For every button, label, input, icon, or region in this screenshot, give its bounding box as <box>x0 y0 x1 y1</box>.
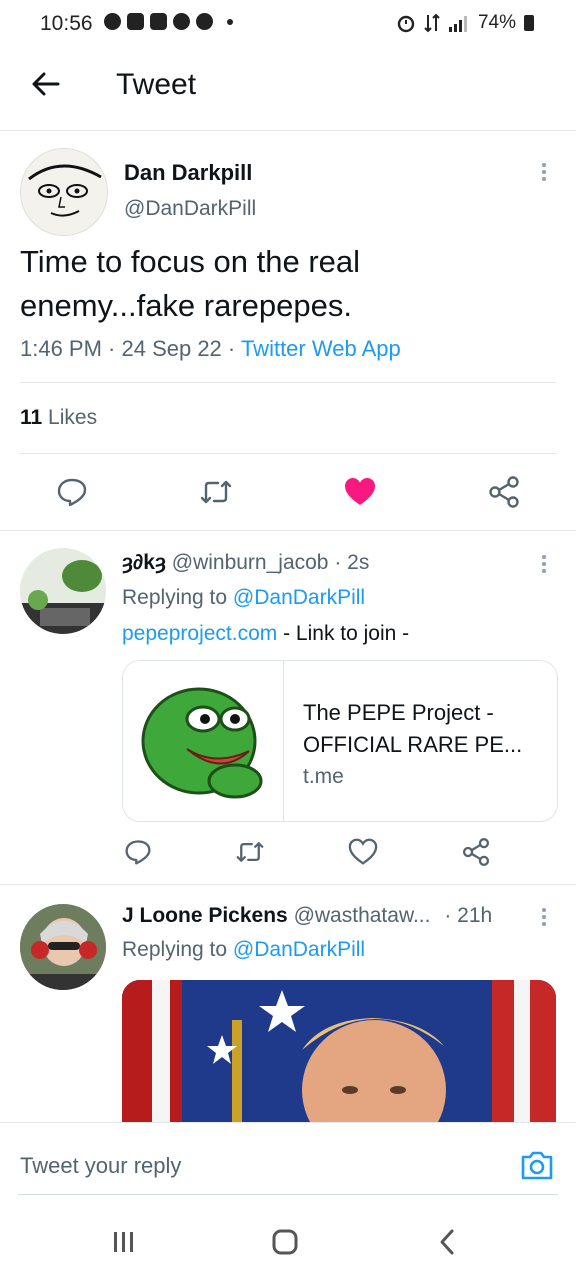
meme-face-avatar <box>21 149 107 235</box>
card-thumbnail <box>123 661 284 821</box>
author-name[interactable]: Dan Darkpill <box>124 160 252 186</box>
back-nav-icon[interactable] <box>436 1227 458 1257</box>
flag-photo <box>122 980 556 1125</box>
header: Tweet <box>0 48 576 131</box>
tweet-meta: 1:46 PM · 24 Sep 22 · Twitter Web App <box>20 336 401 362</box>
app-icon <box>196 13 213 30</box>
reply-header: ȝ∂kȝ @winburn_jacob · 2s <box>122 551 369 575</box>
tweet-text: Time to focus on the real enemy...fake r… <box>20 240 360 328</box>
status-time: 10:56 <box>40 12 93 35</box>
replying-to-label: Replying to <box>122 938 233 961</box>
retweet-icon <box>236 842 264 862</box>
card-domain: t.me <box>303 765 344 788</box>
facebook-icon <box>104 13 121 30</box>
share-button[interactable] <box>458 834 494 870</box>
card-title-line: The PEPE Project - <box>303 700 494 725</box>
notification-icons <box>104 13 233 30</box>
divider <box>0 530 576 531</box>
avatar[interactable] <box>20 548 106 634</box>
divider <box>20 382 556 383</box>
reply-author-handle[interactable]: @wasthataw... <box>294 904 431 927</box>
tweet-text-line: Time to focus on the real <box>20 244 361 279</box>
card-title-line: OFFICIAL RARE PE... <box>303 732 523 757</box>
status-bar: 10:56 74% <box>0 0 576 48</box>
share-icon <box>489 476 519 508</box>
youtube-icon <box>127 13 144 30</box>
more-options-icon[interactable] <box>541 160 547 184</box>
more-options-icon[interactable] <box>541 552 547 576</box>
reply-button[interactable] <box>120 834 156 870</box>
divider <box>0 884 576 885</box>
data-icon <box>424 13 440 33</box>
reply-button[interactable] <box>54 474 90 510</box>
reply-composer: Tweet your reply <box>0 1122 576 1195</box>
reply-age: · 21h <box>444 904 493 927</box>
page-title: Tweet <box>116 68 197 101</box>
back-arrow-icon[interactable] <box>30 68 62 100</box>
reply-author-handle[interactable]: @winburn_jacob <box>172 551 329 574</box>
like-button[interactable] <box>342 474 378 510</box>
heart-filled-icon <box>345 478 375 505</box>
twitter-icon <box>173 13 190 30</box>
more-options-icon[interactable] <box>541 905 547 929</box>
likes-count: 11 <box>20 406 43 429</box>
alarm-icon <box>397 15 415 33</box>
more-notifications-icon <box>227 18 233 25</box>
reply-icon <box>125 840 151 865</box>
reply-text: pepeproject.com - Link to join - <box>122 622 409 646</box>
camera-icon[interactable] <box>520 1149 554 1181</box>
like-button[interactable] <box>345 834 381 870</box>
avatar[interactable] <box>20 904 106 990</box>
share-button[interactable] <box>486 474 522 510</box>
battery-percent: 74% <box>477 12 516 33</box>
reply-avatar-image <box>20 548 106 634</box>
retweet-button[interactable] <box>232 834 268 870</box>
retweet-icon <box>200 480 232 504</box>
reply-text-rest: - Link to join - <box>277 622 410 645</box>
replying-to-label: Replying to <box>122 586 233 609</box>
reply-avatar-image <box>20 904 106 990</box>
pepe-frog-image <box>141 687 263 799</box>
status-right: 74% <box>396 12 534 34</box>
replying-to: Replying to @DanDarkPill <box>122 938 365 962</box>
author-handle[interactable]: @DanDarkPill <box>124 197 256 221</box>
source-link[interactable]: Twitter Web App <box>241 336 401 361</box>
share-icon <box>462 838 490 866</box>
likes-summary[interactable]: 11 Likes <box>20 406 97 430</box>
likes-label: Likes <box>48 406 98 429</box>
avatar[interactable] <box>20 148 108 236</box>
heart-icon <box>348 838 378 865</box>
timestamp: 1:46 PM · 24 Sep 22 · <box>20 336 241 361</box>
divider <box>20 453 556 454</box>
reply-header: J Loone Pickens @wasthataw... · 21h <box>122 904 492 928</box>
reply-author-name[interactable]: ȝ∂kȝ <box>122 551 166 574</box>
reply-input[interactable]: Tweet your reply <box>20 1153 181 1179</box>
retweet-button[interactable] <box>198 474 234 510</box>
system-navigation-bar <box>0 1195 576 1280</box>
signal-icon <box>448 16 467 32</box>
replying-to: Replying to @DanDarkPill <box>122 586 365 610</box>
replying-to-link[interactable]: @DanDarkPill <box>233 938 365 961</box>
youtube-icon <box>150 13 167 30</box>
reply-author-name[interactable]: J Loone Pickens <box>122 904 288 927</box>
link-card[interactable]: The PEPE Project - OFFICIAL RARE PE... t… <box>122 660 558 822</box>
replying-to-link[interactable]: @DanDarkPill <box>233 586 365 609</box>
tweet-text-line: enemy...fake rarepepes. <box>20 288 352 323</box>
reply-age: · 2s <box>334 551 370 574</box>
card-text: The PEPE Project - OFFICIAL RARE PE... t… <box>303 697 543 793</box>
tweet-media-image[interactable] <box>122 980 556 1125</box>
recent-apps-icon[interactable] <box>110 1229 138 1255</box>
home-icon[interactable] <box>270 1227 300 1257</box>
reply-icon <box>57 478 87 507</box>
battery-icon <box>524 15 534 31</box>
pepeproject-link[interactable]: pepeproject.com <box>122 622 277 645</box>
